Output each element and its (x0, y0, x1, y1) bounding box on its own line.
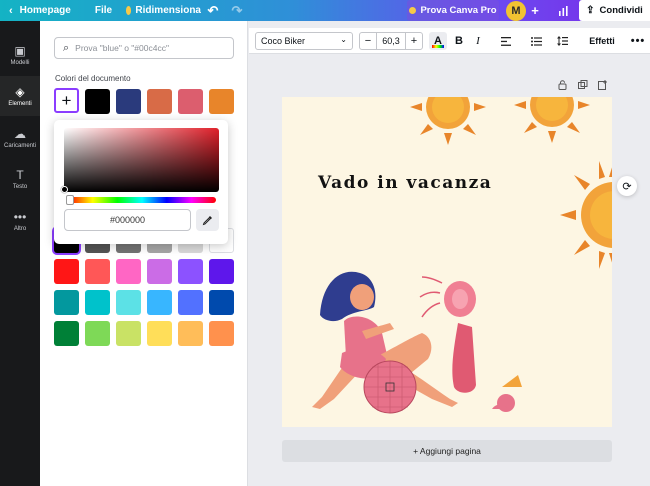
hex-input[interactable] (64, 209, 191, 231)
girl-with-fan-illustration (312, 271, 522, 414)
doc-color-swatch[interactable] (147, 89, 172, 114)
default-color-swatch[interactable] (116, 259, 141, 284)
doc-color-swatch[interactable] (116, 89, 141, 114)
default-color-swatch[interactable] (54, 321, 79, 346)
doc-color-swatch[interactable] (209, 89, 234, 114)
default-color-swatch[interactable] (209, 290, 234, 315)
text-toolbar: Coco Biker ⌄ − 60,3 + A B I Effetti ••• (249, 28, 650, 54)
font-family-select[interactable]: Coco Biker ⌄ (255, 32, 353, 50)
file-menu[interactable]: File (86, 0, 121, 21)
align-left-icon[interactable] (498, 32, 514, 50)
bold-button[interactable]: B (452, 32, 466, 50)
try-pro-button[interactable]: Prova Canva Pro (407, 0, 499, 21)
italic-button[interactable]: I (471, 32, 485, 50)
font-size-stepper: − 60,3 + (359, 32, 423, 50)
rail-item-text[interactable]: T Testo (0, 159, 40, 199)
upload-icon: ⇪ (586, 5, 595, 16)
rail-item-uploads[interactable]: ☁ Caricamenti (0, 118, 40, 158)
try-pro-label: Prova Canva Pro (420, 5, 497, 16)
saturation-value-area[interactable] (64, 128, 219, 192)
crown-icon (126, 6, 132, 15)
decrease-size-button[interactable]: − (360, 35, 376, 47)
default-color-swatch[interactable] (178, 321, 203, 346)
doc-colors-heading: Colori del documento (55, 74, 131, 83)
font-size-value[interactable]: 60,3 (376, 33, 406, 49)
default-color-swatch[interactable] (85, 259, 110, 284)
default-color-swatch[interactable] (178, 259, 203, 284)
share-label: Condividi (599, 5, 643, 16)
redo-icon[interactable]: ↷ (225, 0, 249, 21)
default-color-swatch[interactable] (54, 290, 79, 315)
add-page-button[interactable]: + Aggiungi pagina (282, 440, 612, 462)
rail-item-elements[interactable]: ◈ Elementi (0, 76, 40, 116)
add-color-button[interactable]: + (54, 88, 79, 113)
add-member-icon[interactable]: + (528, 0, 542, 21)
color-handle[interactable] (61, 186, 68, 193)
crown-icon (409, 7, 417, 14)
hue-slider[interactable] (68, 197, 216, 203)
rail-item-more[interactable]: ••• Altro (0, 201, 40, 241)
refresh-icon[interactable]: ⟳ (617, 176, 637, 196)
doc-color-swatch[interactable] (178, 89, 203, 114)
more-icon: ••• (13, 209, 27, 224)
default-color-swatch[interactable] (209, 259, 234, 284)
left-rail: ▣ Modelli ◈ Elementi ☁ Caricamenti T Tes… (0, 21, 40, 486)
default-color-swatch[interactable] (85, 321, 110, 346)
default-color-swatch[interactable] (147, 259, 172, 284)
duplicate-page-icon[interactable] (578, 80, 588, 92)
rail-item-label: Elementi (8, 100, 32, 107)
top-bar: ‹ Homepage File Ridimensiona ↶ ↷ Prova C… (0, 0, 650, 21)
text-icon: T (16, 167, 24, 182)
rail-item-label: Testo (12, 183, 28, 190)
bullet-list-icon[interactable] (528, 32, 544, 50)
increase-size-button[interactable]: + (406, 35, 422, 47)
chevron-left-icon: ‹ (9, 4, 13, 17)
default-color-swatch[interactable] (209, 321, 234, 346)
color-search-input[interactable] (75, 43, 226, 53)
font-family-value: Coco Biker (261, 36, 306, 46)
rail-item-label: Caricamenti (3, 142, 36, 149)
elements-icon: ◈ (15, 84, 25, 99)
homepage-link[interactable]: ‹ Homepage (0, 0, 86, 21)
default-color-swatch[interactable] (116, 321, 141, 346)
rail-item-label: Modelli (10, 59, 30, 66)
resize-label: Ridimensiona (135, 5, 201, 16)
rail-item-templates[interactable]: ▣ Modelli (0, 35, 40, 75)
homepage-label: Homepage (19, 5, 71, 16)
lock-icon[interactable] (558, 80, 567, 92)
stats-icon[interactable] (552, 0, 574, 21)
default-color-swatch[interactable] (147, 321, 172, 346)
default-color-swatch[interactable] (147, 290, 172, 315)
effects-button[interactable]: Effetti (582, 32, 622, 50)
avatar[interactable]: M (506, 1, 526, 21)
design-page[interactable]: Vado in vacanza (282, 97, 612, 427)
default-color-swatch[interactable] (54, 259, 79, 284)
default-color-swatch[interactable] (85, 290, 110, 315)
undo-icon[interactable]: ↶ (201, 0, 225, 21)
text-color-button[interactable]: A (429, 32, 447, 50)
templates-icon: ▣ (14, 43, 26, 58)
color-panel: ⌕ Colori del documento + (40, 21, 248, 486)
more-options-icon[interactable]: ••• (629, 32, 647, 50)
doc-color-swatch[interactable] (85, 89, 110, 114)
color-picker-popover (54, 120, 228, 244)
hue-slider-handle[interactable] (66, 195, 74, 205)
default-color-swatch[interactable] (116, 290, 141, 315)
share-button[interactable]: ⇪ Condividi (579, 0, 650, 21)
search-icon: ⌕ (63, 41, 70, 54)
color-search[interactable]: ⌕ (54, 37, 234, 59)
rail-item-label: Altro (13, 225, 27, 232)
line-spacing-icon[interactable] (554, 32, 570, 50)
resize-button[interactable]: Ridimensiona (121, 0, 201, 21)
chevron-down-icon: ⌄ (340, 35, 347, 44)
upload-icon: ☁ (14, 126, 26, 141)
eyedropper-icon[interactable] (196, 209, 219, 231)
add-page-icon[interactable] (598, 80, 608, 92)
default-color-swatch[interactable] (178, 290, 203, 315)
